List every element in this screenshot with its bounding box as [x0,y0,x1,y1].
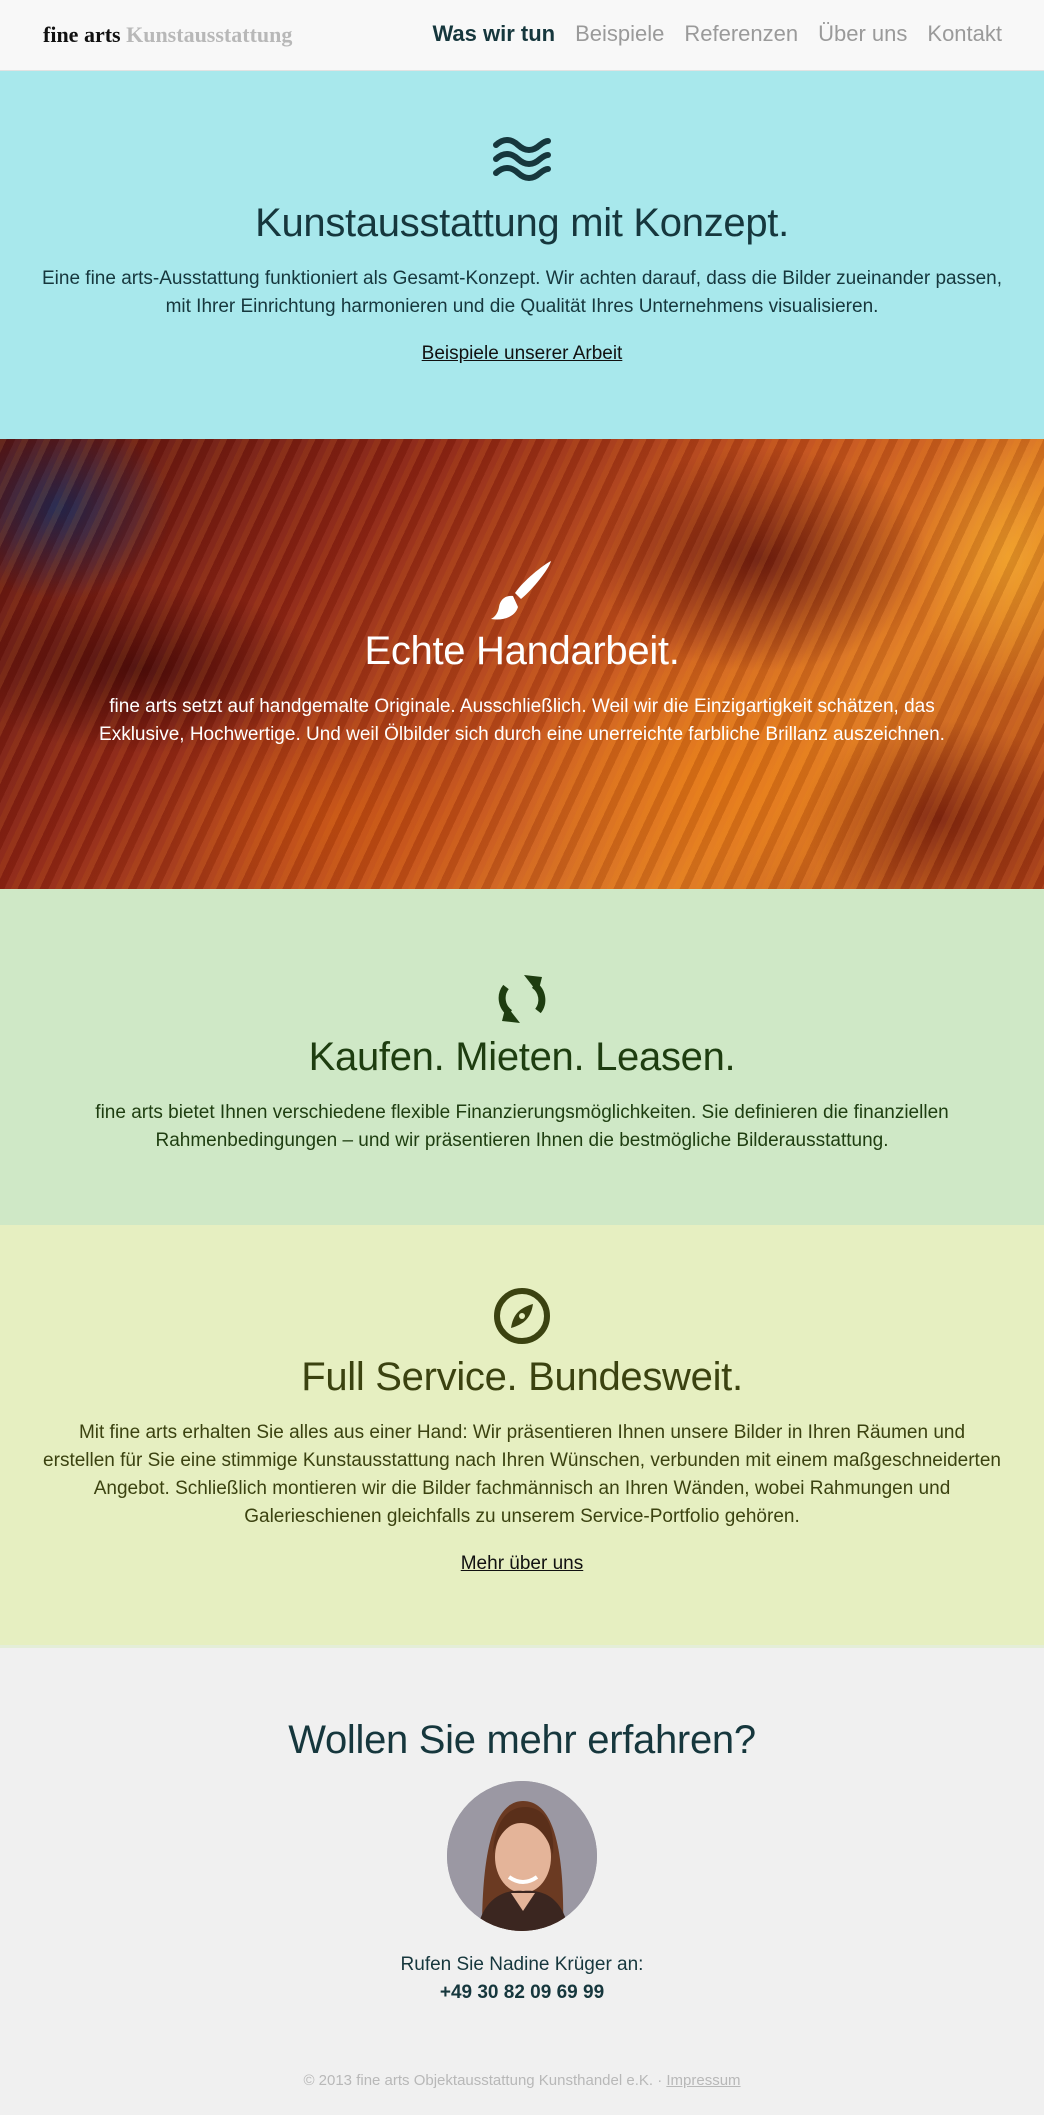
paintbrush-icon [491,561,551,620]
contact-call-text: Rufen Sie Nadine Krüger an: [400,1954,644,1975]
refresh-icon [498,975,546,1023]
about-us-link[interactable]: Mehr über uns [461,1553,584,1574]
handwork-text: fine arts setzt auf handgemalte Original… [99,696,945,745]
main-nav: Was wir tun Beispiele Referenzen Über un… [432,21,1002,47]
avatar [447,1781,597,1931]
section-handwork: Echte Handarbeit. fine arts setzt auf ha… [0,439,1044,889]
nav-kontakt[interactable]: Kontakt [927,21,1002,47]
service-link-wrap: Mehr über uns [0,1553,1044,1575]
brand-logo[interactable]: fine arts Kunstausstattung [43,22,292,48]
finance-title: Kaufen. Mieten. Leasen. [308,1035,736,1079]
impressum-link[interactable]: Impressum [666,2072,740,2089]
nav-was-wir-tun[interactable]: Was wir tun [432,21,555,47]
concept-title: Kunstausstattung mit Konzept. [255,201,789,245]
section-contact: Wollen Sie mehr erfahren? Rufen Sie Nadi… [0,1648,1044,2115]
nav-referenzen[interactable]: Referenzen [684,21,798,47]
service-title: Full Service. Bundesweit. [301,1355,743,1399]
examples-link[interactable]: Beispiele unserer Arbeit [422,343,623,364]
service-text: Mit fine arts erhalten Sie alles aus ein… [43,1422,1001,1527]
brand-tagline: Kunstausstattung [126,22,293,47]
nav-beispiele[interactable]: Beispiele [575,21,664,47]
concept-text: Eine fine arts-Ausstattung funktioniert … [41,268,1002,317]
section-service: Full Service. Bundesweit. Mit fine arts … [0,1225,1044,1648]
section-finance: Kaufen. Mieten. Leasen. fine arts bietet… [0,889,1044,1225]
nav-ueber-uns[interactable]: Über uns [818,21,907,47]
section-concept: Kunstausstattung mit Konzept. Eine fine … [0,71,1044,439]
finance-text: fine arts bietet Ihnen verschiedene flex… [95,1102,949,1151]
compass-icon [494,1288,550,1344]
portrait-image [447,1781,597,1931]
footer-copyright: © 2013 fine arts Objektausstattung Kunst… [303,2072,667,2089]
site-footer: © 2013 fine arts Objektausstattung Kunst… [0,2072,1044,2089]
waves-icon [493,137,551,181]
brand-name: fine arts [43,22,121,47]
contact-title: Wollen Sie mehr erfahren? [288,1718,756,1762]
site-header: fine arts Kunstausstattung Was wir tun B… [0,0,1044,71]
concept-link-wrap: Beispiele unserer Arbeit [0,343,1044,365]
handwork-title: Echte Handarbeit. [364,629,680,673]
contact-phone[interactable]: +49 30 82 09 69 99 [0,1982,1044,2004]
